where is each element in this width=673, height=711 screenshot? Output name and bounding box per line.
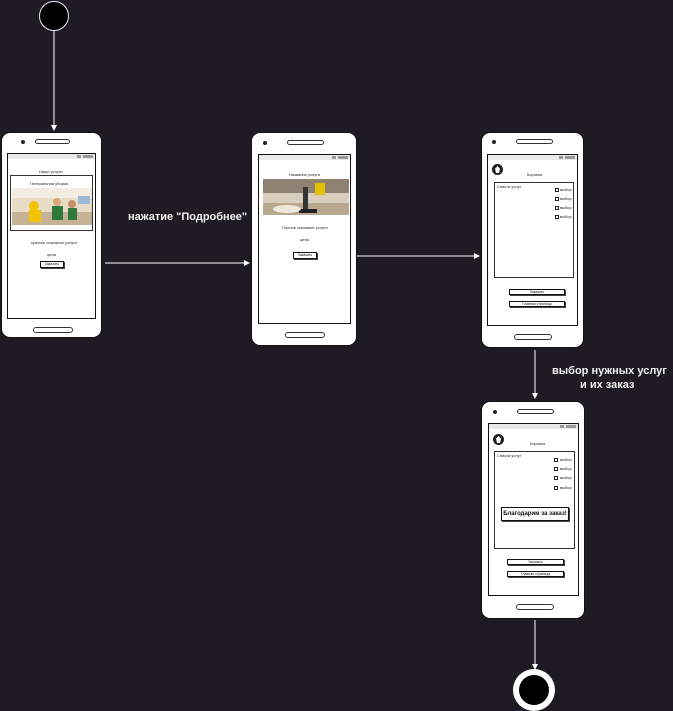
edge-label-details: нажатие "Подробнее" xyxy=(128,211,248,223)
service-description: Полное описание услуги xyxy=(282,225,328,230)
camera-icon xyxy=(492,140,496,144)
phone-cart: Корзина Список услуг выбор выбор выбор в… xyxy=(481,132,584,348)
checkbox-label: выбор xyxy=(560,485,572,490)
start-node xyxy=(39,1,69,31)
user-avatar-icon[interactable] xyxy=(492,164,503,175)
home-page-button[interactable]: Главная страница xyxy=(507,571,564,577)
service-card-title: Генеральная уборка xyxy=(30,181,68,186)
screen-service-details: Название услуги Полное описание услуги ц… xyxy=(258,154,351,324)
page-title: Корзина xyxy=(530,441,546,446)
speaker-grille xyxy=(516,139,553,144)
phone-service-details: Название услуги Полное описание услуги ц… xyxy=(251,132,357,346)
checkbox-label: выбор xyxy=(560,205,572,210)
service-checkbox[interactable] xyxy=(554,458,558,462)
status-bar xyxy=(8,154,95,159)
home-indicator xyxy=(514,334,552,340)
page-title: Название услуги xyxy=(289,172,320,177)
service-checkbox[interactable] xyxy=(555,206,559,210)
page-title: Корзина xyxy=(527,172,543,177)
screen-services-list: Наши услуги Генеральная уборка краткое о… xyxy=(7,153,96,319)
speaker-grille xyxy=(287,140,324,145)
thank-you-text: Благодарим за заказ! xyxy=(503,511,567,517)
status-bar xyxy=(488,155,577,160)
service-checkbox[interactable] xyxy=(555,197,559,201)
order-button[interactable]: Заказать xyxy=(507,559,564,565)
home-indicator xyxy=(516,604,554,610)
edge-label-select-line2: и их заказ xyxy=(580,379,635,391)
speaker-grille xyxy=(35,139,70,144)
services-list-box: Список услуг выбор выбор выбор выбор xyxy=(494,182,574,278)
order-button[interactable]: Заказать xyxy=(293,252,317,259)
camera-icon xyxy=(263,141,267,145)
service-card: Генеральная уборка xyxy=(10,175,93,231)
page-title: Наши услуги xyxy=(39,169,63,174)
end-node xyxy=(513,669,555,711)
phone-cart-confirmation: Корзина Список услуг выбор выбор выбор в… xyxy=(481,401,585,619)
checkbox-label: выбор xyxy=(560,214,572,219)
order-button[interactable]: Заказать xyxy=(509,289,565,295)
checkbox-label: выбор xyxy=(560,187,572,192)
service-checkbox[interactable] xyxy=(554,467,558,471)
camera-icon xyxy=(493,410,497,414)
service-price: цена xyxy=(47,252,56,257)
service-checkbox[interactable] xyxy=(555,215,559,219)
home-indicator xyxy=(285,332,325,338)
service-checkbox[interactable] xyxy=(554,476,558,480)
services-list-title: Список услуг xyxy=(497,453,522,458)
checkbox-label: выбор xyxy=(560,466,572,471)
services-list-box: Список услуг выбор выбор выбор выбор Бла… xyxy=(494,451,575,549)
checkbox-label: выбор xyxy=(560,475,572,480)
speaker-grille xyxy=(517,409,554,414)
order-button[interactable]: Заказать xyxy=(40,261,64,268)
screen-cart-confirmation: Корзина Список услуг выбор выбор выбор в… xyxy=(488,423,579,596)
service-photo xyxy=(263,179,349,215)
cleaning-photo xyxy=(12,188,92,225)
service-checkbox[interactable] xyxy=(555,188,559,192)
camera-icon xyxy=(21,140,25,144)
home-page-button[interactable]: Главная страница xyxy=(509,301,565,307)
checkbox-label: выбор xyxy=(560,196,572,201)
edge-label-select-line1: выбор нужных услуг xyxy=(552,365,667,377)
status-bar xyxy=(259,155,350,160)
user-avatar-icon[interactable] xyxy=(493,434,504,445)
home-indicator xyxy=(33,327,73,333)
services-list-title: Список услуг xyxy=(497,184,522,189)
phone-services-list: Наши услуги Генеральная уборка краткое о… xyxy=(1,132,102,338)
thank-you-message: Благодарим за заказ! xyxy=(501,507,569,521)
status-bar xyxy=(489,424,578,429)
service-checkbox[interactable] xyxy=(554,486,558,490)
screen-cart: Корзина Список услуг выбор выбор выбор в… xyxy=(487,154,578,326)
service-price: цена xyxy=(300,237,309,242)
service-description: краткое описание услуги xyxy=(31,240,77,245)
checkbox-label: выбор xyxy=(560,457,572,462)
